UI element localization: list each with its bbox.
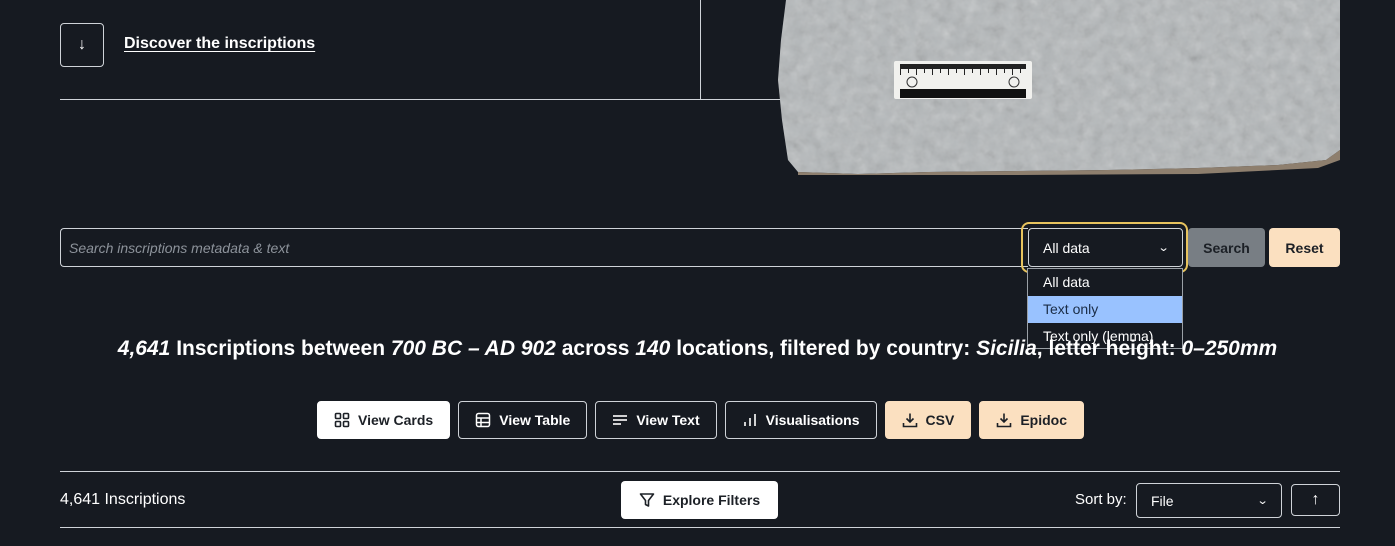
view-mode-toolbar: View Cards View Table View Text Visualis… [317, 401, 1084, 439]
sort-by-select[interactable]: File ⌄ [1136, 483, 1282, 518]
explore-filters-label: Explore Filters [662, 492, 761, 508]
discover-inscriptions-link[interactable]: Discover the inscriptions [124, 35, 315, 53]
arrow-down-icon: ↓ [78, 36, 86, 53]
summary-locations: 140 [635, 337, 671, 360]
csv-label: CSV [925, 412, 955, 428]
summary-text-1: Inscriptions between [176, 337, 386, 360]
search-scope-select[interactable]: All data ⌄ [1028, 228, 1183, 267]
summary-count: 4,641 [117, 337, 171, 360]
download-icon [902, 413, 917, 428]
scroll-down-button[interactable]: ↓ [60, 23, 104, 67]
search-input[interactable] [60, 228, 1028, 267]
summary-text-3: locations, filtered by country: [676, 337, 971, 360]
toolbar-divider-bottom [60, 527, 1340, 528]
toolbar-divider-top [60, 471, 1340, 472]
summary-letter-height: 0–250mm [1181, 337, 1278, 360]
grid-icon [334, 412, 350, 428]
hero-divider-vertical [700, 0, 701, 100]
explore-filters-button[interactable]: Explore Filters [621, 481, 778, 519]
view-cards-label: View Cards [358, 412, 434, 428]
summary-text-4: , letter height: [1036, 337, 1176, 360]
view-text-button[interactable]: View Text [595, 401, 717, 439]
visualisations-button[interactable]: Visualisations [724, 401, 877, 439]
chevron-down-icon: ⌄ [1157, 242, 1170, 254]
epidoc-label: Epidoc [1020, 412, 1067, 428]
summary-date-range: 700 BC – AD 902 [390, 337, 556, 360]
sort-by-label: Sort by: [1075, 491, 1127, 508]
view-text-label: View Text [636, 412, 700, 428]
chevron-down-icon: ⌄ [1256, 495, 1269, 507]
scope-option-all-data[interactable]: All data [1028, 269, 1182, 296]
bar-chart-icon [743, 414, 756, 426]
inscription-stone-image [778, 0, 1340, 175]
csv-download-button[interactable]: CSV [884, 401, 972, 439]
summary-text-2: across [561, 337, 630, 360]
search-button[interactable]: Search [1188, 228, 1265, 267]
table-icon [475, 412, 491, 428]
view-table-button[interactable]: View Table [458, 401, 588, 439]
scope-selected-value: All data [1043, 239, 1090, 256]
filter-icon [639, 493, 655, 507]
text-lines-icon [613, 415, 628, 425]
scope-option-text-only[interactable]: Text only [1028, 296, 1182, 323]
inscription-count: 4,641 Inscriptions [60, 491, 186, 508]
summary-country: Sicilia [976, 337, 1037, 360]
sort-direction-button[interactable]: ↑ [1291, 484, 1340, 516]
reset-button[interactable]: Reset [1269, 228, 1340, 267]
visualisations-label: Visualisations [765, 412, 860, 428]
epidoc-download-button[interactable]: Epidoc [979, 401, 1084, 439]
arrow-up-icon: ↑ [1311, 491, 1320, 508]
download-icon [997, 413, 1012, 428]
sort-selected-value: File [1151, 492, 1174, 509]
view-cards-button[interactable]: View Cards [317, 401, 451, 439]
view-table-label: View Table [499, 412, 571, 428]
results-summary-heading: 4,641 Inscriptions between 700 BC – AD 9… [0, 337, 1395, 361]
